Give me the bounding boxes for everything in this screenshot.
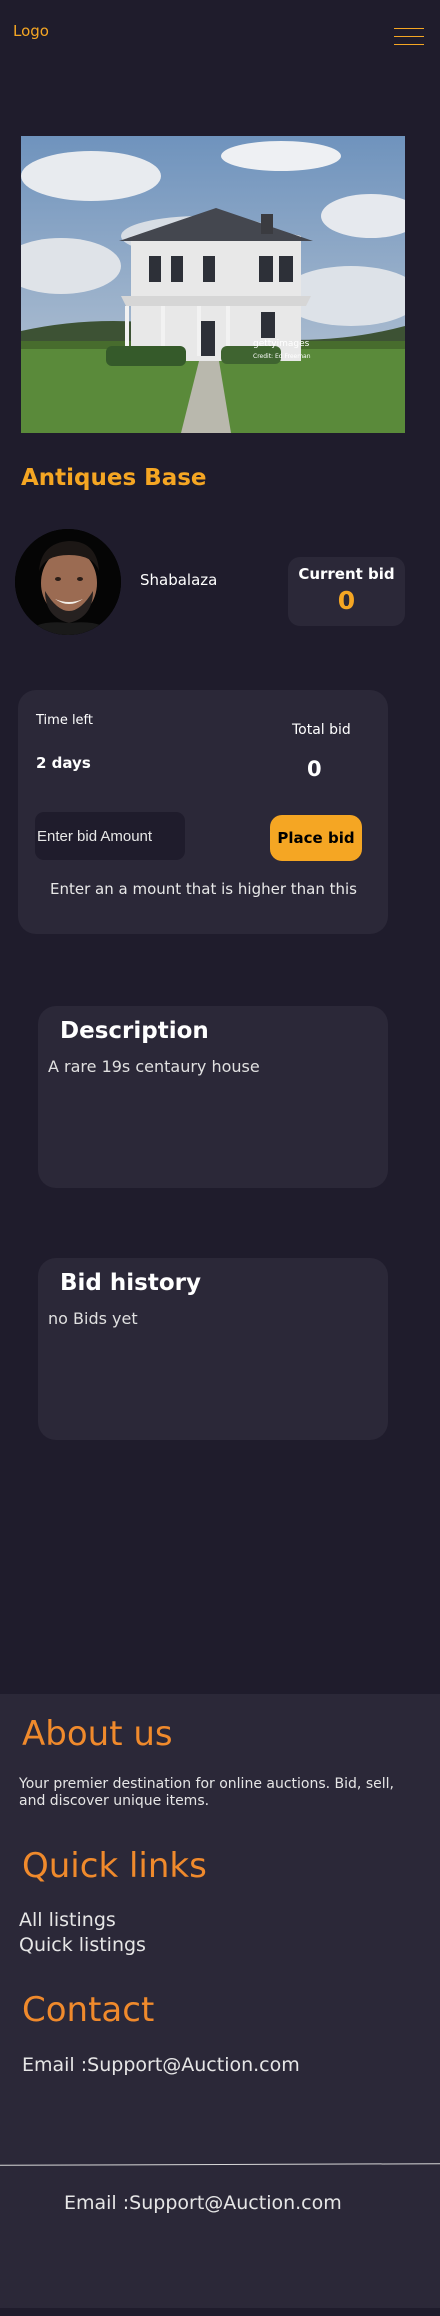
bid-history-text: no Bids yet	[48, 1309, 138, 1328]
link-quick-listings[interactable]: Quick listings	[19, 1934, 146, 1956]
bottom-email[interactable]: Email :Support@Auction.com	[64, 2192, 342, 2214]
hamburger-menu-icon[interactable]	[394, 28, 424, 46]
contact-email[interactable]: Email :Support@Auction.com	[22, 2054, 300, 2076]
link-all-listings[interactable]: All listings	[19, 1909, 116, 1931]
bid-amount-input[interactable]	[35, 812, 185, 860]
bid-hint: Enter an a mount that is higher than thi…	[50, 880, 357, 898]
quick-links-heading: Quick links	[22, 1846, 207, 1886]
listing-image: gettyimages Credit: Ed Freeman	[21, 136, 405, 433]
description-heading: Description	[60, 1018, 209, 1044]
seller-name[interactable]: Shabalaza	[140, 571, 217, 589]
about-text: Your premier destination for online auct…	[19, 1776, 394, 1809]
logo[interactable]: Logo	[13, 22, 49, 40]
footer: About us Your premier destination for on…	[0, 1694, 440, 2308]
place-bid-button[interactable]: Place bid	[270, 815, 362, 861]
total-bid-label: Total bid	[292, 722, 351, 738]
bid-history-heading: Bid history	[60, 1270, 201, 1296]
time-left-value: 2 days	[36, 754, 91, 772]
total-bid-value: 0	[307, 757, 322, 781]
image-watermark: gettyimages	[253, 339, 310, 349]
bid-history-card: Bid history no Bids yet	[38, 1258, 388, 1440]
time-left-label: Time left	[36, 713, 94, 728]
description-text: A rare 19s centaury house	[48, 1057, 260, 1076]
image-credit: Credit: Ed Freeman	[253, 353, 311, 360]
contact-heading: Contact	[22, 1990, 155, 2030]
about-heading: About us	[22, 1714, 173, 1754]
description-card: Description A rare 19s centaury house	[38, 1006, 388, 1188]
current-bid-value: 0	[337, 586, 356, 615]
listing-title: Antiques Base	[21, 465, 207, 491]
seller-avatar[interactable]	[15, 529, 121, 635]
current-bid-label: Current bid	[298, 565, 395, 583]
current-bid-card: Current bid 0	[288, 557, 405, 626]
